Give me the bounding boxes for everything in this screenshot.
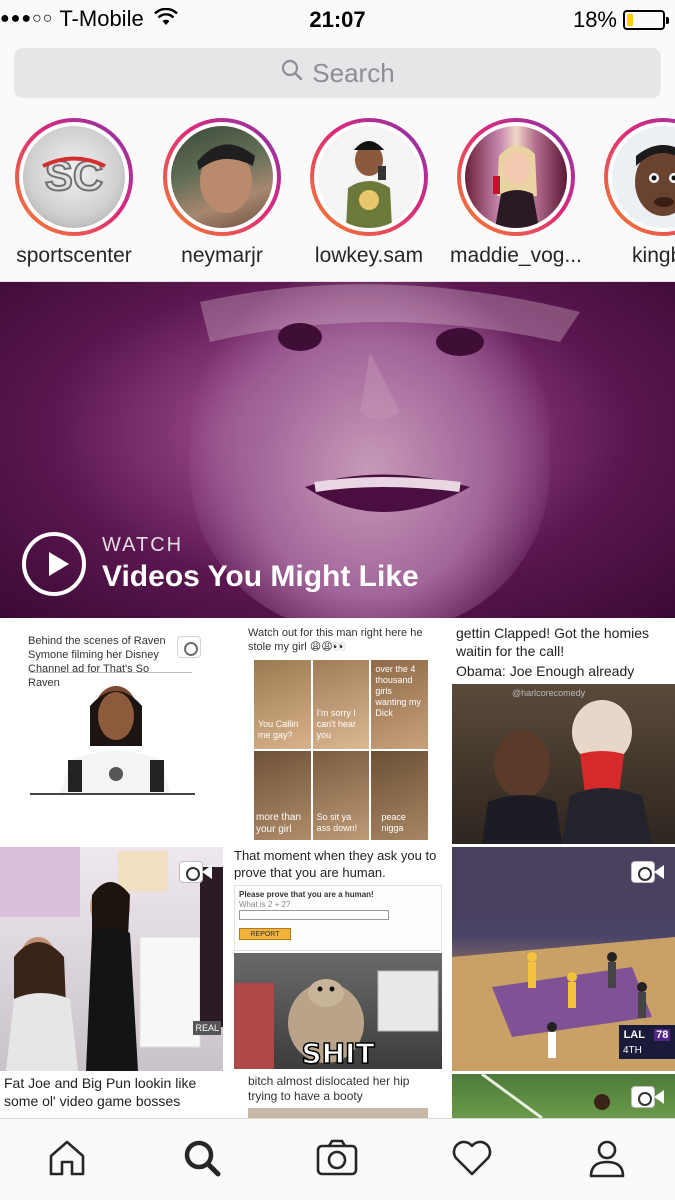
tile-caption: That moment when they ask you to prove t… xyxy=(234,848,437,880)
scoreboard: LAL 78 xyxy=(619,1025,675,1045)
tile-caption: gettin Clapped! Got the homies waitin fo… xyxy=(456,625,650,659)
battery-area: 18% xyxy=(572,7,669,33)
camera-icon xyxy=(314,1136,360,1185)
tab-bar xyxy=(0,1118,675,1200)
story-username: kingba xyxy=(632,244,675,267)
grid-tile[interactable]: That moment when they ask you to prove t… xyxy=(226,847,449,1071)
story-ring xyxy=(604,118,675,236)
search-header: Search xyxy=(0,38,675,110)
video-icon xyxy=(631,859,665,885)
heart-icon xyxy=(449,1136,495,1185)
battery-percent: 18% xyxy=(572,7,617,32)
meme-text: SHIT xyxy=(301,1036,376,1071)
grid-tile[interactable]: bitch almost dislocated her hip trying t… xyxy=(226,1074,449,1118)
story-ring xyxy=(457,118,575,236)
banner-kicker: WATCH xyxy=(102,534,184,556)
grid-tile[interactable]: gettin Clapped! Got the homies waitin fo… xyxy=(452,620,675,844)
captcha-form: Please prove that you are a human! What … xyxy=(234,885,442,951)
tab-profile[interactable] xyxy=(582,1137,632,1183)
stories-tray: SC sportscenter neymarjr lowkey.sam madd… xyxy=(0,110,675,282)
meme-collage: You Callin me gay? I'm sorry I can't hea… xyxy=(254,660,428,840)
profile-icon xyxy=(585,1136,629,1185)
banner-title: Videos You Might Like xyxy=(102,560,419,593)
videos-you-might-like-banner[interactable]: WATCH Videos You Might Like xyxy=(0,282,675,618)
search-placeholder: Search xyxy=(312,57,395,88)
grid-tile[interactable] xyxy=(452,1074,675,1118)
grid-tile[interactable]: REAL xyxy=(0,847,223,1071)
story-ring xyxy=(310,118,428,236)
tab-search[interactable] xyxy=(177,1137,227,1183)
story-ring xyxy=(163,118,281,236)
story-item[interactable]: SC sportscenter xyxy=(0,118,149,268)
story-item[interactable]: neymarjr xyxy=(147,118,297,268)
play-icon xyxy=(22,532,86,596)
tab-home[interactable] xyxy=(42,1137,92,1183)
search-input[interactable]: Search xyxy=(14,48,661,98)
story-username: sportscenter xyxy=(16,244,132,267)
tile-caption: Watch out for this man right here he sto… xyxy=(248,627,423,653)
video-icon xyxy=(179,859,213,885)
divider xyxy=(30,672,192,673)
collage-cell: I'm sorry I can't hear you xyxy=(312,660,370,749)
grid-tile[interactable]: LAL 78 4TH xyxy=(452,847,675,1071)
scoreboard-period: 4TH xyxy=(619,1045,675,1059)
avatar xyxy=(612,126,675,228)
grid-tile[interactable]: Fat Joe and Big Pun lookin like some ol'… xyxy=(0,1074,223,1118)
story-username: maddie_vog... xyxy=(450,244,582,267)
status-bar: ●●●○○ T-Mobile 21:07 18% xyxy=(0,0,675,38)
tile-image: @harlcorecomedy xyxy=(452,684,675,844)
search-icon xyxy=(180,1136,224,1185)
collage-cell: peace nigga xyxy=(371,751,428,840)
avatar xyxy=(465,126,567,228)
tile-image: SHIT xyxy=(234,953,442,1071)
story-username: lowkey.sam xyxy=(314,244,424,267)
tab-activity[interactable] xyxy=(447,1137,497,1183)
collage-cell: over the 4 thousand girls wanting my Dic… xyxy=(371,660,428,749)
battery-fill xyxy=(627,14,634,26)
grid-tile[interactable]: Behind the scenes of Raven Symone filmin… xyxy=(0,620,223,844)
story-item[interactable]: kingba xyxy=(588,118,675,268)
collage-cell: You Callin me gay? xyxy=(254,660,311,749)
video-icon xyxy=(177,634,211,660)
story-username: neymarjr xyxy=(181,244,263,267)
watermark: REAL xyxy=(193,1021,221,1035)
tile-caption: bitch almost dislocated her hip trying t… xyxy=(248,1074,410,1103)
battery-icon xyxy=(623,10,669,30)
search-icon xyxy=(280,58,312,89)
collage-cell: more than your girl xyxy=(254,751,311,840)
video-icon xyxy=(631,1084,665,1110)
explore-grid: Behind the scenes of Raven Symone filmin… xyxy=(0,620,675,1118)
grid-tile[interactable]: Watch out for this man right here he sto… xyxy=(226,620,449,844)
tile-image xyxy=(30,686,195,795)
tab-camera[interactable] xyxy=(312,1137,362,1183)
avatar xyxy=(318,126,420,228)
story-ring: SC xyxy=(15,118,133,236)
story-item[interactable]: lowkey.sam xyxy=(294,118,444,268)
avatar xyxy=(171,126,273,228)
tile-caption: Fat Joe and Big Pun lookin like some ol'… xyxy=(4,1075,197,1109)
avatar: SC xyxy=(23,126,125,228)
home-icon xyxy=(45,1136,89,1185)
story-item[interactable]: maddie_vog... xyxy=(441,118,591,268)
collage-cell: So sit ya ass down! xyxy=(312,751,370,840)
